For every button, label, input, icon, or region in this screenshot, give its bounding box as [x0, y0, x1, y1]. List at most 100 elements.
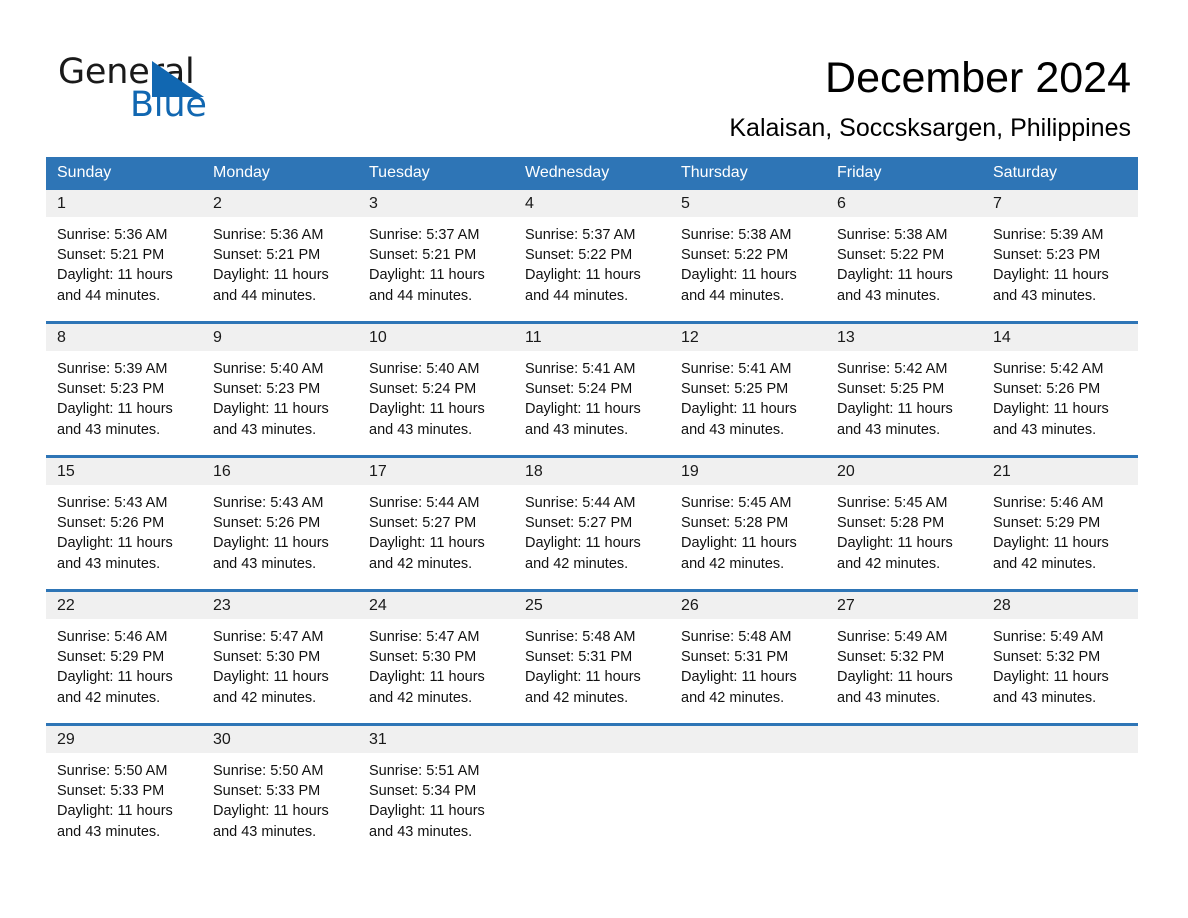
- calendar-day-cell[interactable]: [826, 723, 982, 857]
- sunset-text: Sunset: 5:23 PM: [57, 381, 165, 398]
- sunset-text: Sunset: 5:25 PM: [681, 381, 789, 398]
- day-number: 11: [514, 324, 670, 351]
- daylight-text: Daylight: 11 hours and 42 minutes.: [681, 669, 797, 706]
- calendar-day-cell[interactable]: 5 Sunrise: 5:38 AM Sunset: 5:22 PM Daylight…: [670, 190, 826, 323]
- sunset-text: Sunset: 5:32 PM: [993, 649, 1101, 666]
- calendar-day-cell[interactable]: 20 Sunrise: 5:45 AM Sunset: 5:28 PM Dayligh…: [826, 455, 982, 591]
- day-number: 1: [46, 190, 202, 217]
- calendar-day-cell[interactable]: 25 Sunrise: 5:48 AM Sunset: 5:31 PM Dayligh…: [514, 589, 670, 725]
- day-details: Sunrise: 5:41 AM Sunset: 5:25 PM Daylight:…: [670, 351, 826, 440]
- sunset-text: Sunset: 5:27 PM: [525, 515, 633, 532]
- calendar-day-cell[interactable]: 18 Sunrise: 5:44 AM Sunset: 5:27 PM Dayligh…: [514, 455, 670, 591]
- sunset-text: Sunset: 5:24 PM: [525, 381, 633, 398]
- day-number: 6: [826, 190, 982, 217]
- calendar-day-cell[interactable]: 7 Sunrise: 5:39 AM Sunset: 5:23 PM Daylight…: [982, 190, 1138, 323]
- day-number: 4: [514, 190, 670, 217]
- sunset-text: Sunset: 5:23 PM: [213, 381, 321, 398]
- calendar-day-cell[interactable]: 28 Sunrise: 5:49 AM Sunset: 5:32 PM Dayligh…: [982, 589, 1138, 725]
- sunset-text: Sunset: 5:32 PM: [837, 649, 945, 666]
- sunset-text: Sunset: 5:22 PM: [525, 247, 633, 264]
- sunrise-text: Sunrise: 5:50 AM: [213, 763, 324, 779]
- calendar-day-cell[interactable]: 8 Sunrise: 5:39 AM Sunset: 5:23 PM Daylight…: [46, 321, 202, 457]
- day-number: 30: [202, 726, 358, 753]
- sunrise-text: Sunrise: 5:45 AM: [837, 495, 948, 511]
- day-number: 28: [982, 592, 1138, 619]
- daylight-text: Daylight: 11 hours and 42 minutes.: [369, 535, 485, 572]
- calendar-day-cell[interactable]: 24 Sunrise: 5:47 AM Sunset: 5:30 PM Dayligh…: [358, 589, 514, 725]
- calendar-day-cell[interactable]: 11 Sunrise: 5:41 AM Sunset: 5:24 PM Dayligh…: [514, 321, 670, 457]
- calendar-day-cell[interactable]: 15 Sunrise: 5:43 AM Sunset: 5:26 PM Dayligh…: [46, 455, 202, 591]
- daylight-text: Daylight: 11 hours and 43 minutes.: [993, 401, 1109, 438]
- calendar-day-cell[interactable]: 29 Sunrise: 5:50 AM Sunset: 5:33 PM Dayligh…: [46, 723, 202, 857]
- calendar-day-cell[interactable]: 30 Sunrise: 5:50 AM Sunset: 5:33 PM Dayligh…: [202, 723, 358, 857]
- calendar-day-cell[interactable]: 12 Sunrise: 5:41 AM Sunset: 5:25 PM Dayligh…: [670, 321, 826, 457]
- day-number: 29: [46, 726, 202, 753]
- calendar-day-cell[interactable]: 3 Sunrise: 5:37 AM Sunset: 5:21 PM Daylight…: [358, 190, 514, 323]
- day-details: Sunrise: 5:47 AM Sunset: 5:30 PM Daylight:…: [358, 619, 514, 708]
- calendar-day-cell[interactable]: 14 Sunrise: 5:42 AM Sunset: 5:26 PM Dayligh…: [982, 321, 1138, 457]
- daylight-text: Daylight: 11 hours and 43 minutes.: [57, 803, 173, 840]
- day-cell-inner: 18 Sunrise: 5:44 AM Sunset: 5:27 PM Dayligh…: [514, 458, 670, 589]
- day-cell-inner: 21 Sunrise: 5:46 AM Sunset: 5:29 PM Dayligh…: [982, 458, 1138, 589]
- sunrise-text: Sunrise: 5:48 AM: [525, 629, 636, 645]
- day-number: 7: [982, 190, 1138, 217]
- calendar-day-cell[interactable]: 10 Sunrise: 5:40 AM Sunset: 5:24 PM Dayligh…: [358, 321, 514, 457]
- day-number: 8: [46, 324, 202, 351]
- calendar-day-cell[interactable]: 2 Sunrise: 5:36 AM Sunset: 5:21 PM Daylight…: [202, 190, 358, 323]
- calendar-day-cell[interactable]: 26 Sunrise: 5:48 AM Sunset: 5:31 PM Dayligh…: [670, 589, 826, 725]
- sunset-text: Sunset: 5:28 PM: [837, 515, 945, 532]
- daylight-text: Daylight: 11 hours and 44 minutes.: [525, 267, 641, 304]
- sunrise-text: Sunrise: 5:40 AM: [369, 361, 480, 377]
- sunset-text: Sunset: 5:29 PM: [57, 649, 165, 666]
- calendar-day-cell[interactable]: [514, 723, 670, 857]
- calendar-day-cell[interactable]: 13 Sunrise: 5:42 AM Sunset: 5:25 PM Dayligh…: [826, 321, 982, 457]
- calendar-day-cell[interactable]: 23 Sunrise: 5:47 AM Sunset: 5:30 PM Dayligh…: [202, 589, 358, 725]
- day-details: Sunrise: 5:46 AM Sunset: 5:29 PM Daylight:…: [982, 485, 1138, 574]
- calendar-day-cell[interactable]: 4 Sunrise: 5:37 AM Sunset: 5:22 PM Daylight…: [514, 190, 670, 323]
- calendar-day-cell[interactable]: 22 Sunrise: 5:46 AM Sunset: 5:29 PM Dayligh…: [46, 589, 202, 725]
- day-number: 15: [46, 458, 202, 485]
- daylight-text: Daylight: 11 hours and 43 minutes.: [837, 401, 953, 438]
- day-cell-inner: 30 Sunrise: 5:50 AM Sunset: 5:33 PM Dayligh…: [202, 726, 358, 857]
- calendar-table: Sunday Monday Tuesday Wednesday Thursday…: [46, 157, 1138, 857]
- day-cell-inner: 2 Sunrise: 5:36 AM Sunset: 5:21 PM Daylight…: [202, 190, 358, 321]
- calendar-day-cell[interactable]: 16 Sunrise: 5:43 AM Sunset: 5:26 PM Dayligh…: [202, 455, 358, 591]
- sunset-text: Sunset: 5:22 PM: [837, 247, 945, 264]
- calendar-day-cell[interactable]: 31 Sunrise: 5:51 AM Sunset: 5:34 PM Dayligh…: [358, 723, 514, 857]
- day-number: [826, 726, 982, 753]
- calendar-day-cell[interactable]: 6 Sunrise: 5:38 AM Sunset: 5:22 PM Daylight…: [826, 190, 982, 323]
- calendar-day-cell[interactable]: 27 Sunrise: 5:49 AM Sunset: 5:32 PM Dayligh…: [826, 589, 982, 725]
- day-number: 24: [358, 592, 514, 619]
- daylight-text: Daylight: 11 hours and 43 minutes.: [57, 535, 173, 572]
- sunrise-text: Sunrise: 5:42 AM: [993, 361, 1104, 377]
- day-number: 13: [826, 324, 982, 351]
- sunrise-text: Sunrise: 5:42 AM: [837, 361, 948, 377]
- sunrise-text: Sunrise: 5:44 AM: [525, 495, 636, 511]
- day-number: 17: [358, 458, 514, 485]
- day-details: Sunrise: 5:45 AM Sunset: 5:28 PM Daylight:…: [670, 485, 826, 574]
- calendar-day-cell[interactable]: 17 Sunrise: 5:44 AM Sunset: 5:27 PM Dayligh…: [358, 455, 514, 591]
- calendar-day-cell[interactable]: 9 Sunrise: 5:40 AM Sunset: 5:23 PM Daylight…: [202, 321, 358, 457]
- day-details: Sunrise: 5:50 AM Sunset: 5:33 PM Daylight:…: [202, 753, 358, 842]
- brand-word-blue: Blue: [130, 85, 207, 125]
- weekday-header-friday: Friday: [826, 157, 982, 190]
- day-number: 26: [670, 592, 826, 619]
- sunrise-text: Sunrise: 5:37 AM: [525, 227, 636, 243]
- sunset-text: Sunset: 5:24 PM: [369, 381, 477, 398]
- calendar-day-cell[interactable]: 19 Sunrise: 5:45 AM Sunset: 5:28 PM Dayligh…: [670, 455, 826, 591]
- calendar-day-cell[interactable]: 1 Sunrise: 5:36 AM Sunset: 5:21 PM Daylight…: [46, 190, 202, 323]
- calendar-day-cell[interactable]: 21 Sunrise: 5:46 AM Sunset: 5:29 PM Dayligh…: [982, 455, 1138, 591]
- calendar-day-cell[interactable]: [982, 723, 1138, 857]
- calendar-day-cell[interactable]: [670, 723, 826, 857]
- day-cell-inner: 26 Sunrise: 5:48 AM Sunset: 5:31 PM Dayligh…: [670, 592, 826, 723]
- sunrise-text: Sunrise: 5:45 AM: [681, 495, 792, 511]
- general-blue-logo[interactable]: General Blue: [58, 52, 378, 132]
- sunrise-text: Sunrise: 5:37 AM: [369, 227, 480, 243]
- calendar-week-row: 22 Sunrise: 5:46 AM Sunset: 5:29 PM Dayligh…: [46, 589, 1138, 725]
- sunrise-text: Sunrise: 5:39 AM: [57, 361, 168, 377]
- calendar-body: 1 Sunrise: 5:36 AM Sunset: 5:21 PM Daylight…: [46, 190, 1138, 857]
- daylight-text: Daylight: 11 hours and 42 minutes.: [681, 535, 797, 572]
- weekday-header-sunday: Sunday: [46, 157, 202, 190]
- daylight-text: Daylight: 11 hours and 43 minutes.: [993, 669, 1109, 706]
- page-subtitle: Kalaisan, Soccsksargen, Philippines: [729, 114, 1131, 142]
